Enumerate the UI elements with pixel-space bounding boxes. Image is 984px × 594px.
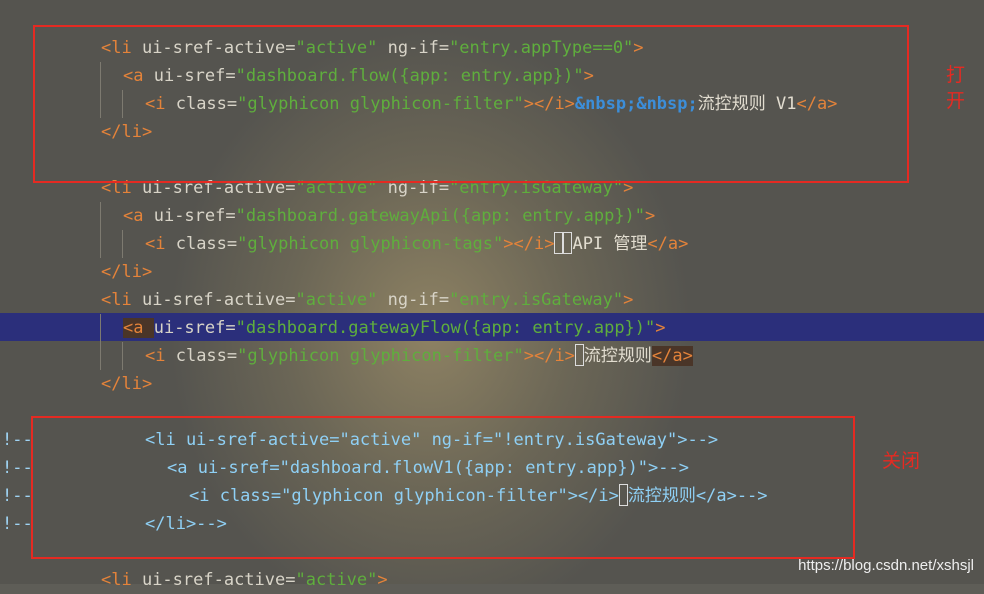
annotation-close-label: 关闭 (882, 450, 921, 472)
code-line: </li> (101, 262, 153, 282)
code-line-commented: !-- (2, 514, 33, 534)
code-line-current[interactable]: <a ui-sref="dashboard.gatewayFlow({app: … (123, 314, 666, 342)
code-line-commented: !-- (2, 430, 33, 450)
code-line: <li ui-sref-active="active"> (101, 570, 388, 590)
annotation-box-open (33, 25, 909, 183)
unknown-glyph-icon (574, 344, 584, 366)
code-line: </li> (101, 374, 153, 394)
code-line: <a ui-sref="dashboard.gatewayApi({app: e… (123, 206, 656, 226)
indent-guide (100, 314, 101, 370)
code-line: <i class="glyphicon glyphicon-tags"></i>… (145, 232, 689, 254)
unknown-glyph-icon (554, 232, 564, 254)
code-line: <li ui-sref-active="active" ng-if="entry… (101, 290, 634, 310)
code-line: <i class="glyphicon glyphicon-filter"></… (145, 344, 693, 366)
annotation-open-label: 打开 (946, 64, 966, 112)
code-line-commented: !-- (2, 458, 33, 478)
watermark: https://blog.csdn.net/xshsjl (798, 557, 974, 574)
code-line-commented: !-- (2, 486, 33, 506)
indent-guide (100, 202, 101, 258)
indent-guide (122, 230, 123, 258)
annotation-box-close (31, 416, 855, 559)
indent-guide (122, 342, 123, 370)
